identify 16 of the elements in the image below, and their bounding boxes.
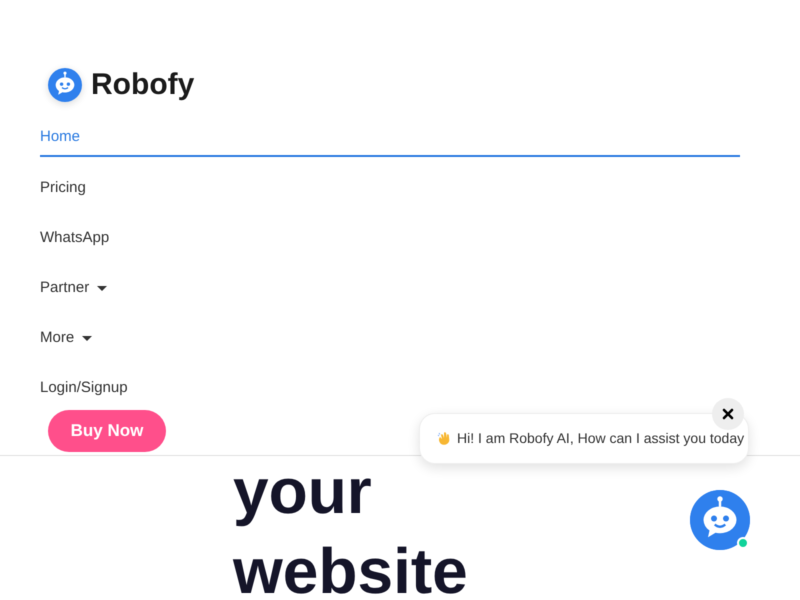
nav-link[interactable]: WhatsApp bbox=[40, 229, 110, 247]
nav-link[interactable]: Partner bbox=[40, 279, 108, 297]
close-button[interactable] bbox=[712, 398, 744, 430]
caret-icon bbox=[97, 286, 108, 290]
hero-heading-line: website bbox=[233, 534, 468, 600]
chat-greeting-text: Hi! I am Robofy AI, How can I assist you today bbox=[457, 429, 744, 448]
chatbot-launcher-button[interactable] bbox=[690, 490, 750, 550]
caret-icon bbox=[82, 336, 92, 340]
nav-link[interactable]: Login/Signup bbox=[40, 379, 128, 397]
nav-link[interactable]: More bbox=[40, 329, 92, 347]
nav-link[interactable]: Pricing bbox=[40, 179, 86, 197]
robot-logo-icon bbox=[48, 68, 82, 102]
close-icon bbox=[722, 408, 734, 420]
nav-link[interactable]: Home bbox=[40, 128, 80, 146]
brand-name[interactable]: Robofy bbox=[91, 70, 194, 100]
hero-heading-line: your bbox=[233, 454, 372, 529]
